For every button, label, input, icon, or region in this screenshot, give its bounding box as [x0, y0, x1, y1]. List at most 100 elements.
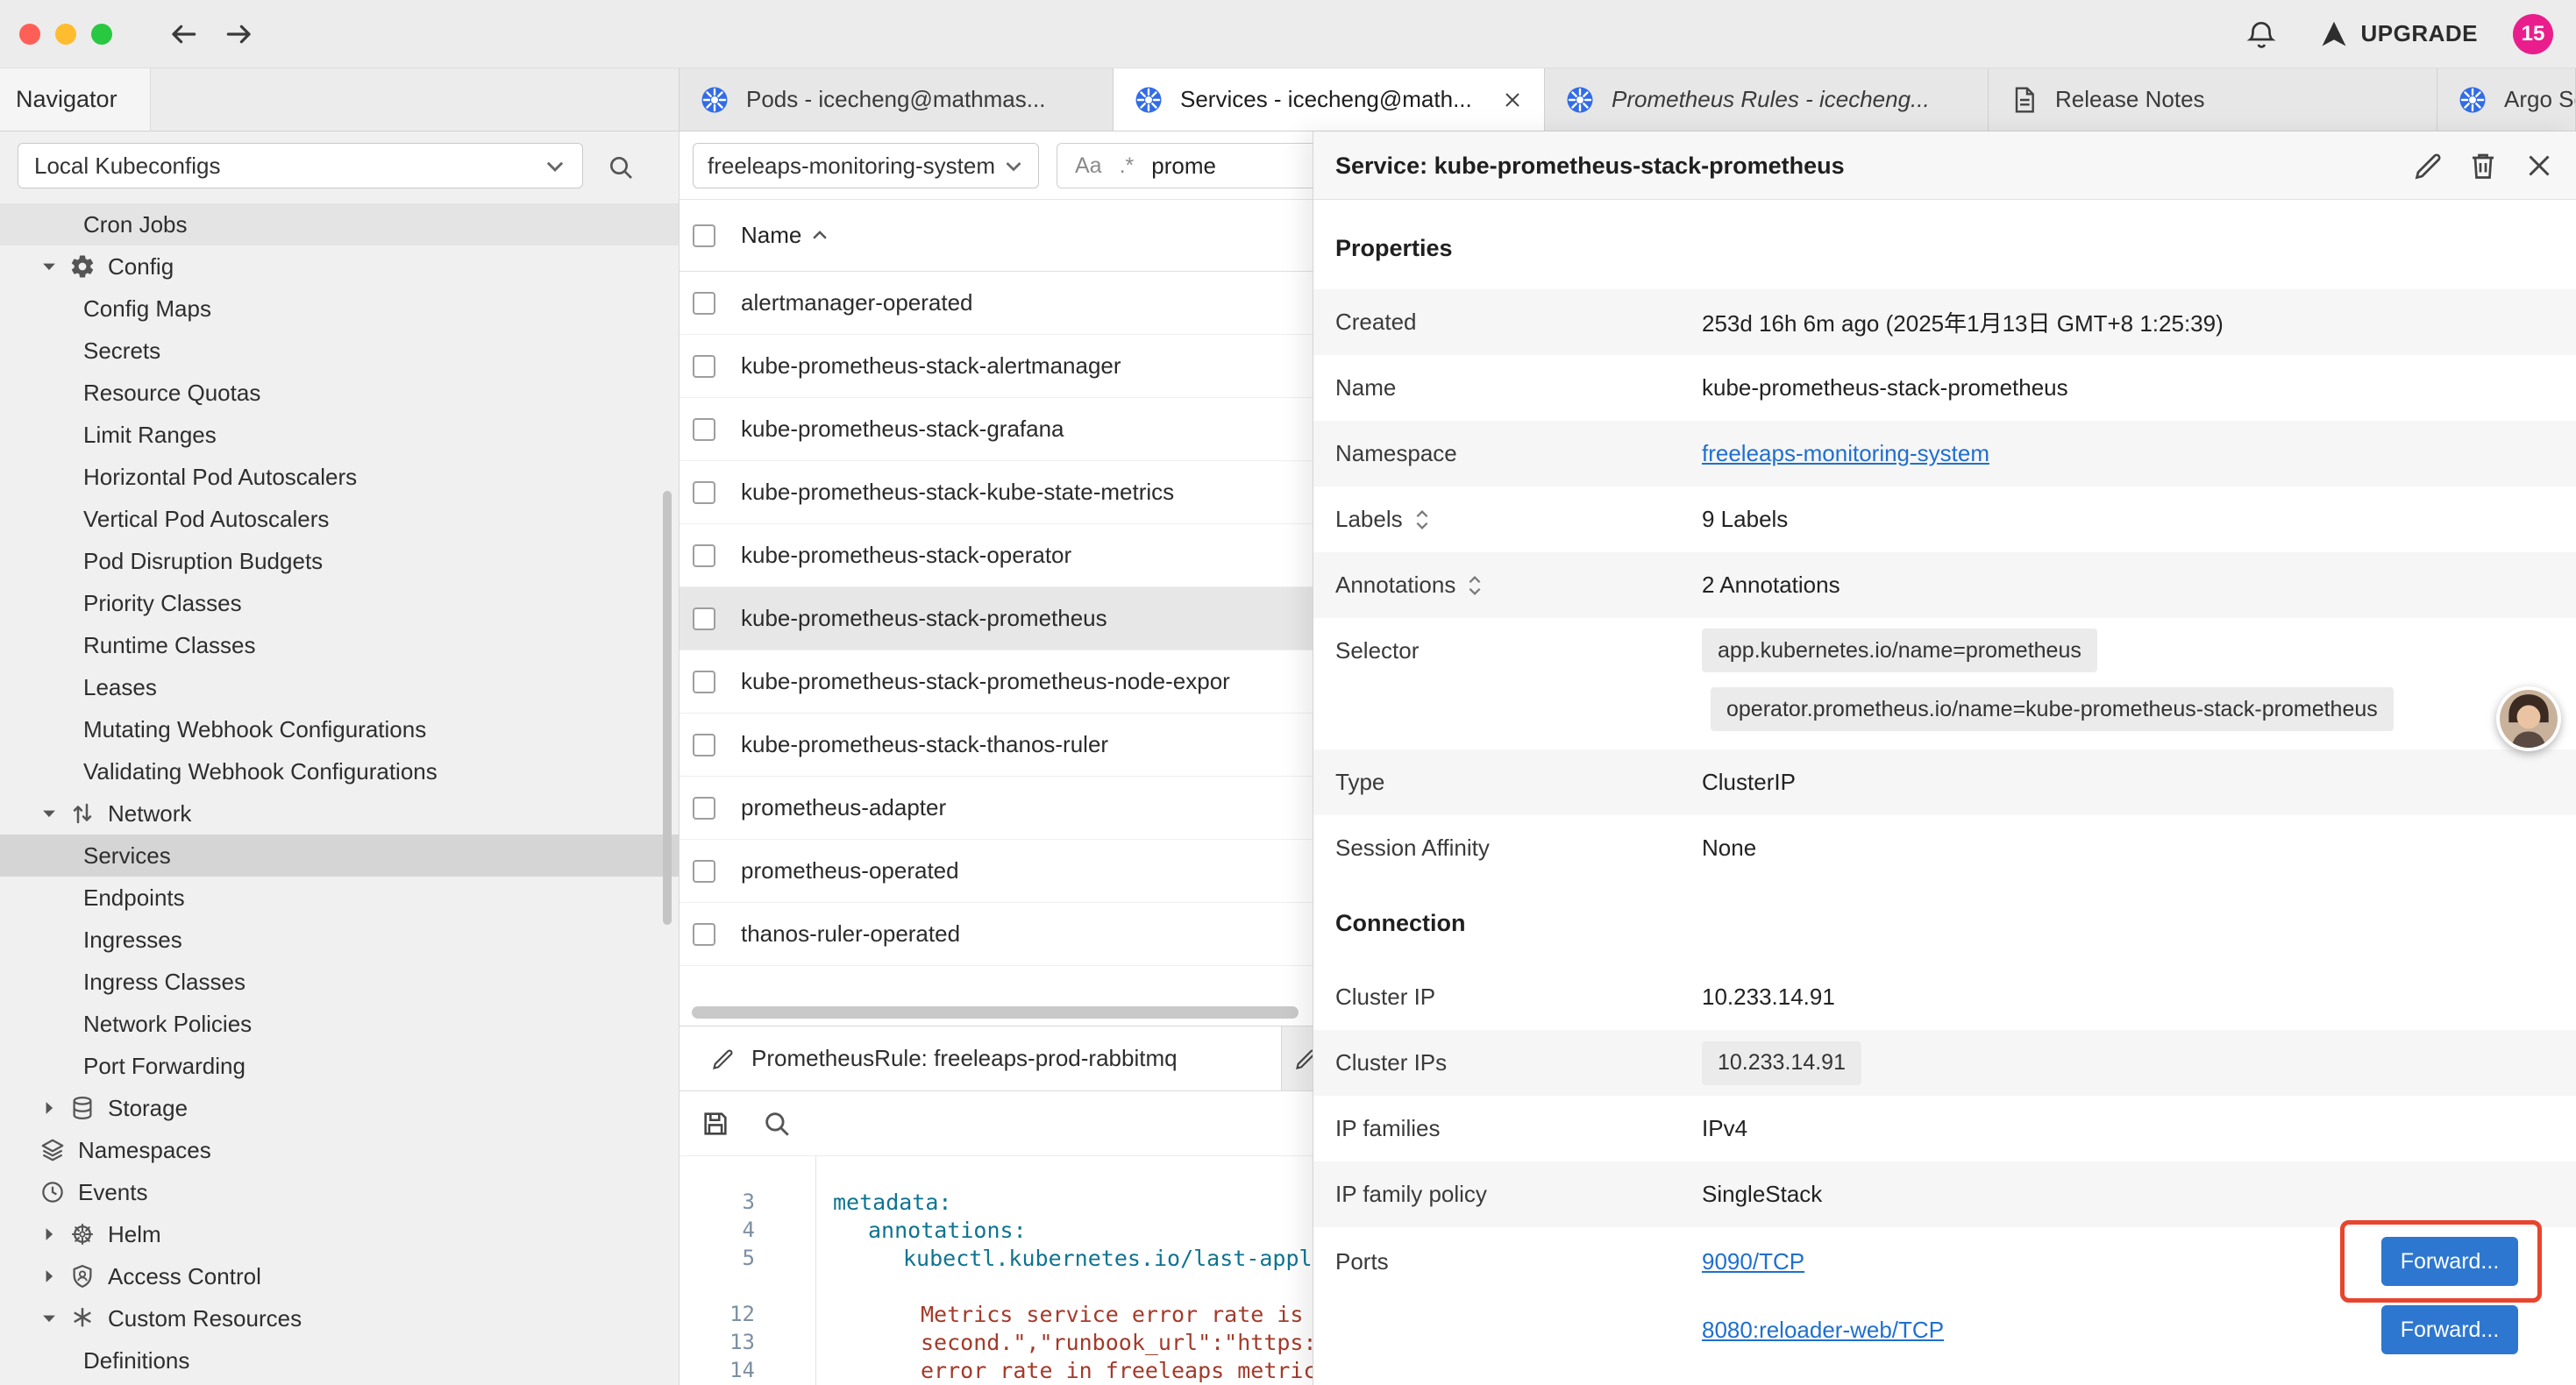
trash-icon[interactable]: [2467, 150, 2499, 181]
forward-button-8080[interactable]: Forward...: [2381, 1305, 2518, 1354]
expand-toggle-icon[interactable]: [1466, 573, 1484, 598]
sidebar-item-config-maps[interactable]: Config Maps: [0, 288, 679, 330]
table-row[interactable]: kube-prometheus-stack-kube-state-metrics: [680, 461, 1313, 524]
namespace-link[interactable]: freeleaps-monitoring-system: [1702, 440, 1989, 467]
select-all-checkbox[interactable]: [693, 224, 715, 247]
row-checkbox[interactable]: [693, 418, 715, 441]
property-row-annotations: Annotations 2 Annotations: [1313, 552, 2576, 618]
chevron-down-icon[interactable]: [39, 257, 59, 276]
table-row[interactable]: prometheus-operated: [680, 840, 1313, 903]
row-checkbox[interactable]: [693, 923, 715, 946]
kubeconfig-selector[interactable]: Local Kubeconfigs: [18, 143, 583, 188]
chevron-right-icon[interactable]: [39, 1267, 59, 1286]
sidebar-scrollbar[interactable]: [663, 491, 672, 925]
table-row[interactable]: prometheus-adapter: [680, 777, 1313, 840]
table-row[interactable]: kube-prometheus-stack-alertmanager: [680, 335, 1313, 398]
sidebar-item-ingress-classes[interactable]: Ingress Classes: [0, 961, 679, 1003]
sidebar-item-events[interactable]: Events: [0, 1171, 679, 1213]
horizontal-scrollbar[interactable]: [692, 1006, 1299, 1019]
row-checkbox[interactable]: [693, 292, 715, 315]
sidebar-item-resource-quotas[interactable]: Resource Quotas: [0, 372, 679, 414]
port-link-8080[interactable]: 8080:reloader-web/TCP: [1702, 1317, 1944, 1344]
chevron-down-icon[interactable]: [39, 1309, 59, 1328]
edit-icon[interactable]: [2413, 150, 2444, 181]
row-checkbox[interactable]: [693, 355, 715, 378]
table-row[interactable]: kube-prometheus-stack-prometheus-node-ex…: [680, 650, 1313, 714]
row-checkbox[interactable]: [693, 544, 715, 567]
forward-button-9090[interactable]: Forward...: [2381, 1237, 2518, 1286]
chevron-right-icon[interactable]: [39, 1225, 59, 1244]
namespace-filter-dropdown[interactable]: freeleaps-monitoring-system: [693, 143, 1039, 188]
sidebar-item-mutating-webhook-configurations[interactable]: Mutating Webhook Configurations: [0, 708, 679, 750]
sidebar-item-services[interactable]: Services: [0, 835, 679, 877]
table-row[interactable]: kube-prometheus-stack-grafana: [680, 398, 1313, 461]
sidebar-item-endpoints[interactable]: Endpoints: [0, 877, 679, 919]
yaml-editor[interactable]: 3metadata: 4annotations: 5kubectl.kubern…: [680, 1156, 1313, 1385]
dock-tab-partial[interactable]: [1282, 1026, 1313, 1090]
tab-release-notes[interactable]: Release Notes: [1989, 68, 2437, 131]
back-icon[interactable]: [167, 18, 200, 51]
port-link-9090[interactable]: 9090/TCP: [1702, 1248, 1804, 1275]
sidebar-item-storage[interactable]: Storage: [0, 1087, 679, 1129]
navigator-panel-tab[interactable]: Navigator: [0, 68, 151, 131]
table-row[interactable]: alertmanager-operated: [680, 272, 1313, 335]
sidebar-item-runtime-classes[interactable]: Runtime Classes: [0, 624, 679, 666]
chevron-right-icon[interactable]: [39, 1098, 59, 1118]
sidebar-item-secrets[interactable]: Secrets: [0, 330, 679, 372]
sidebar-item-limit-ranges[interactable]: Limit Ranges: [0, 414, 679, 456]
close-tab-icon[interactable]: [1502, 89, 1523, 110]
notification-count-badge[interactable]: 15: [2513, 14, 2553, 54]
row-checkbox[interactable]: [693, 797, 715, 820]
sidebar-item-network[interactable]: Network: [0, 792, 679, 835]
sidebar-item-priority-classes[interactable]: Priority Classes: [0, 582, 679, 624]
sort-ascending-icon[interactable]: [810, 226, 829, 245]
sidebar-item-custom-resources[interactable]: Custom Resources: [0, 1297, 679, 1339]
sidebar-search-icon[interactable]: [607, 153, 635, 181]
minimize-window-button[interactable]: [55, 24, 76, 45]
tab-pods[interactable]: Pods - icecheng@mathmas...: [680, 68, 1114, 131]
sidebar-item-validating-webhook-configurations[interactable]: Validating Webhook Configurations: [0, 750, 679, 792]
column-header-name[interactable]: Name: [741, 222, 801, 249]
sidebar-item-vertical-pod-autoscalers[interactable]: Vertical Pod Autoscalers: [0, 498, 679, 540]
forward-icon[interactable]: [223, 18, 256, 51]
close-drawer-icon[interactable]: [2523, 150, 2555, 181]
tab-services[interactable]: Services - icecheng@math...: [1114, 68, 1545, 131]
save-icon[interactable]: [701, 1109, 730, 1139]
sidebar-item-helm[interactable]: Helm: [0, 1213, 679, 1255]
sidebar-item-config[interactable]: Config: [0, 245, 679, 288]
dock-tab-prometheusrule[interactable]: PrometheusRule: freeleaps-prod-rabbitmq: [680, 1026, 1282, 1090]
close-window-button[interactable]: [19, 24, 40, 45]
sidebar-item-horizontal-pod-autoscalers[interactable]: Horizontal Pod Autoscalers: [0, 456, 679, 498]
table-row[interactable]: thanos-ruler-operated: [680, 903, 1313, 966]
notifications-bell-icon[interactable]: [2245, 18, 2278, 51]
row-checkbox[interactable]: [693, 607, 715, 630]
table-row[interactable]: kube-prometheus-stack-operator: [680, 524, 1313, 587]
row-checkbox[interactable]: [693, 671, 715, 693]
tab-prometheus-rules[interactable]: Prometheus Rules - icecheng...: [1545, 68, 1989, 131]
list-search-box[interactable]: Aa .*: [1057, 143, 1313, 188]
regex-toggle[interactable]: .*: [1120, 153, 1135, 179]
expand-toggle-icon[interactable]: [1413, 508, 1431, 532]
sidebar-item-pod-disruption-budgets[interactable]: Pod Disruption Budgets: [0, 540, 679, 582]
sidebar-item-network-policies[interactable]: Network Policies: [0, 1003, 679, 1045]
sidebar-item-namespaces[interactable]: Namespaces: [0, 1129, 679, 1171]
table-row-selected[interactable]: kube-prometheus-stack-prometheus: [680, 587, 1313, 650]
sidebar-item-ingresses[interactable]: Ingresses: [0, 919, 679, 961]
sidebar-item-port-forwarding[interactable]: Port Forwarding: [0, 1045, 679, 1087]
chevron-down-icon[interactable]: [39, 804, 59, 823]
search-icon[interactable]: [762, 1109, 792, 1139]
table-row[interactable]: kube-prometheus-stack-thanos-ruler: [680, 714, 1313, 777]
tab-argo[interactable]: Argo Se: [2437, 68, 2576, 131]
sidebar-item-definitions[interactable]: Definitions: [0, 1339, 679, 1381]
sidebar-item-access-control[interactable]: Access Control: [0, 1255, 679, 1297]
search-input[interactable]: [1151, 153, 1283, 180]
upgrade-icon[interactable]: [2318, 18, 2350, 50]
sidebar-item-cron-jobs[interactable]: Cron Jobs: [0, 203, 679, 245]
match-case-toggle[interactable]: Aa: [1075, 153, 1102, 179]
row-checkbox[interactable]: [693, 734, 715, 756]
upgrade-button[interactable]: UPGRADE: [2360, 20, 2478, 47]
row-checkbox[interactable]: [693, 481, 715, 504]
row-checkbox[interactable]: [693, 860, 715, 883]
maximize-window-button[interactable]: [91, 24, 112, 45]
sidebar-item-leases[interactable]: Leases: [0, 666, 679, 708]
